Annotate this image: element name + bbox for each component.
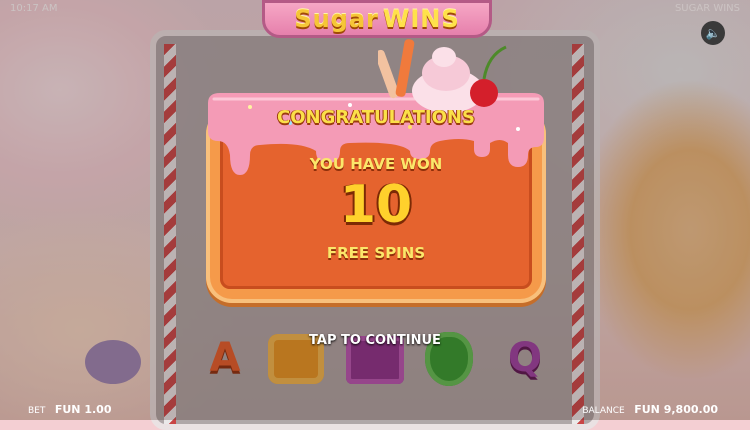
popup-line-free-spins: FREE SPINS bbox=[326, 244, 426, 262]
logo-text-wins: WINS bbox=[382, 5, 460, 33]
cupcake-cherry-icon bbox=[378, 39, 507, 113]
popup-line-won: YOU HAVE WON bbox=[309, 155, 443, 173]
free-spins-popup[interactable]: CONGRATULATIONS YOU HAVE WON 10 FREE SPI… bbox=[206, 39, 546, 303]
bet-display: BET FUN 1.00 bbox=[28, 403, 111, 416]
footer-bar: BET FUN 1.00 BALANCE FUN 9,800.00 bbox=[0, 398, 750, 420]
bet-value: FUN 1.00 bbox=[54, 402, 112, 416]
speaker-icon: 🔈 bbox=[705, 26, 721, 40]
logo-text-sugar: Sugar bbox=[294, 5, 379, 33]
free-spins-count: 10 bbox=[339, 175, 413, 235]
tap-to-continue-prompt[interactable]: TAP TO CONTINUE bbox=[0, 333, 750, 348]
popup-heading: CONGRATULATIONS bbox=[277, 107, 475, 128]
sound-toggle-button[interactable]: 🔈 bbox=[701, 21, 725, 45]
balance-label: BALANCE bbox=[582, 405, 625, 416]
balance-value: FUN 9,800.00 bbox=[634, 402, 718, 416]
game-logo: Sugar WINS bbox=[262, 0, 492, 38]
balance-display: BALANCE FUN 9,800.00 bbox=[582, 403, 718, 416]
bet-label: BET bbox=[28, 405, 46, 416]
